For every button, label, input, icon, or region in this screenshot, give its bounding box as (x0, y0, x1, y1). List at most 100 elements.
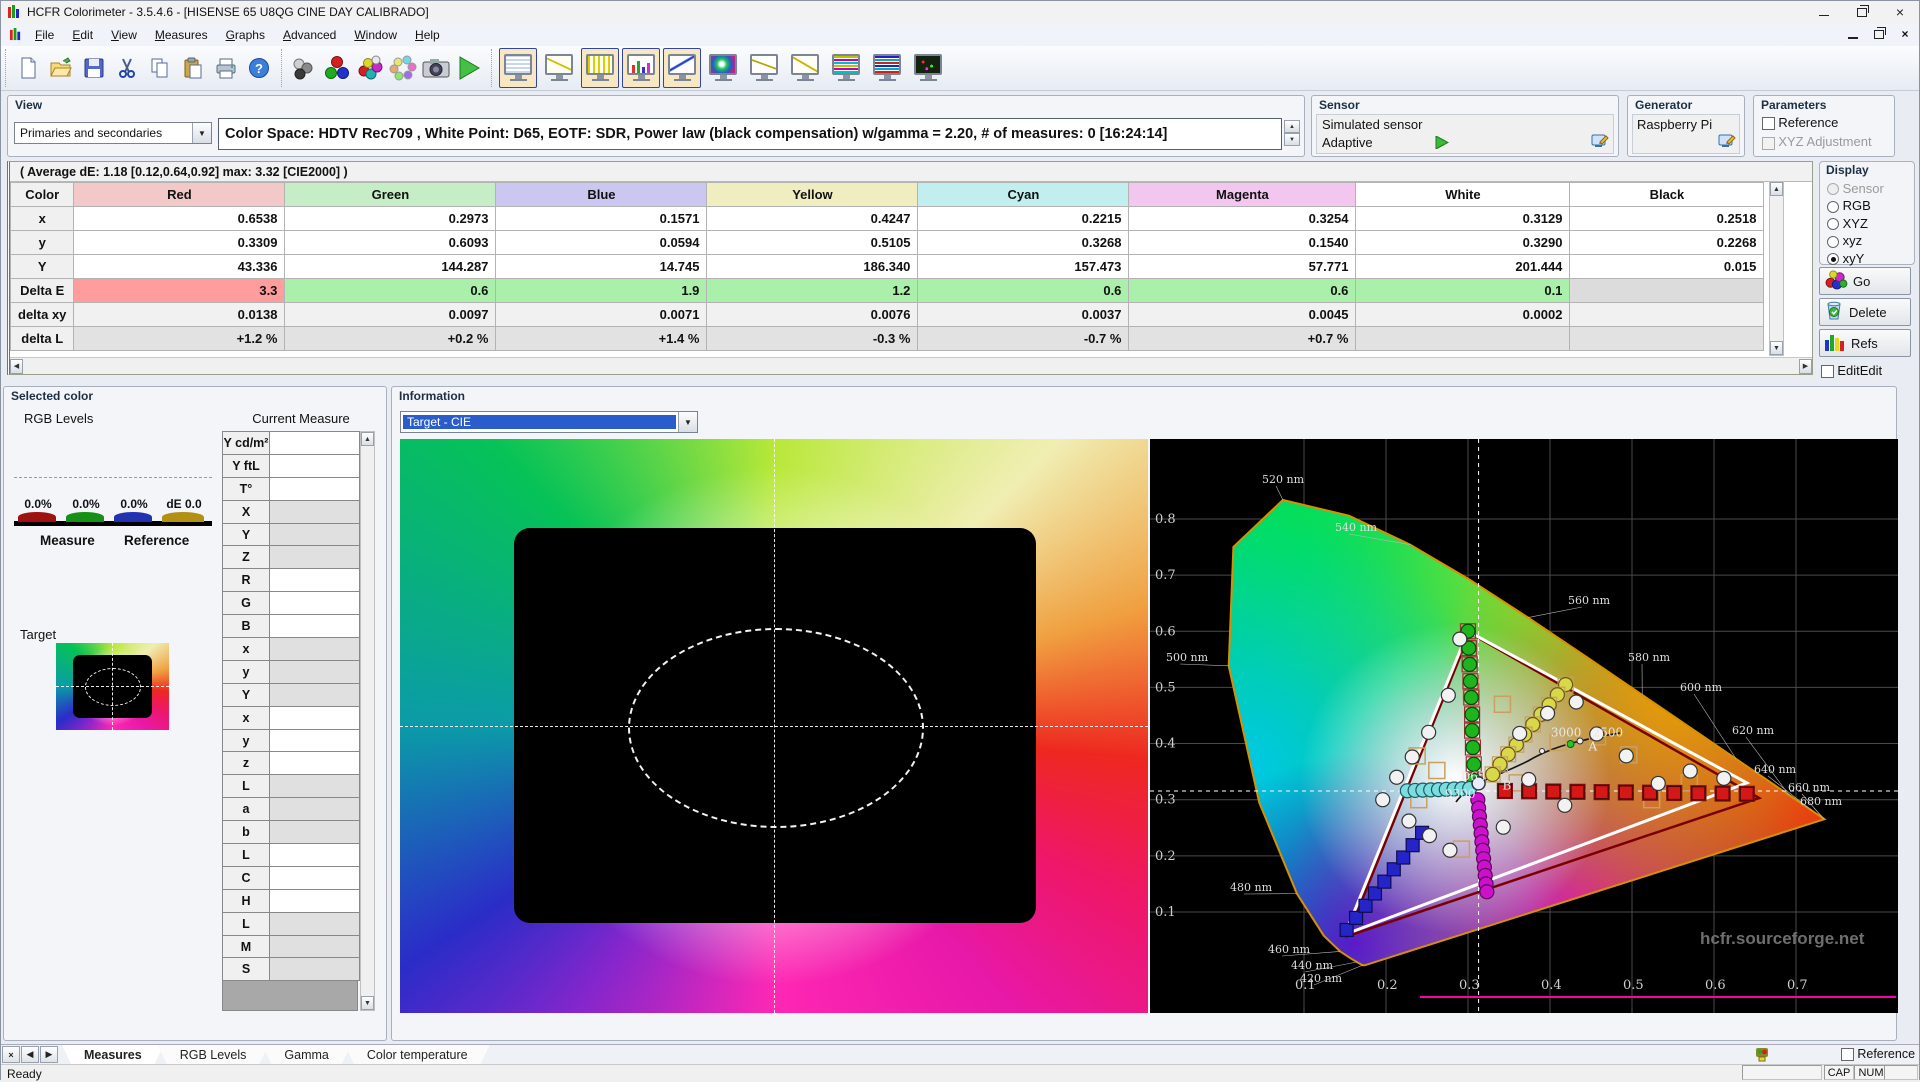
cm-value-4[interactable] (270, 524, 360, 547)
radio-icon-sensor (1827, 183, 1839, 195)
cm-value-13[interactable] (270, 730, 360, 753)
mdi-document-icon[interactable] (9, 28, 22, 41)
tab-gamma[interactable]: Gamma (262, 1045, 350, 1064)
std-save-button[interactable] (79, 53, 109, 83)
cm-value-7[interactable] (270, 592, 360, 615)
menu-item-graphs[interactable]: Graphs (217, 25, 274, 45)
cm-value-19[interactable] (270, 867, 360, 890)
tab-close-button[interactable]: × (2, 1046, 20, 1063)
edit-checkbox[interactable] (1821, 365, 1834, 378)
cm-value-10[interactable] (270, 661, 360, 684)
tab-color-temperature[interactable]: Color temperature (345, 1045, 490, 1064)
view-gamma-curve-button[interactable] (540, 48, 578, 88)
scroll-right-icon[interactable]: ▶ (1799, 359, 1812, 374)
cm-value-2[interactable] (270, 478, 360, 501)
view-histogram-button[interactable] (622, 48, 660, 88)
cm-value-17[interactable] (270, 821, 360, 844)
measure-continuous-button[interactable] (388, 53, 418, 83)
cm-value-3[interactable] (270, 501, 360, 524)
std-new-button[interactable] (13, 53, 43, 83)
sensor-settings-icon[interactable] (1591, 133, 1609, 151)
go-button[interactable]: Go (1819, 267, 1911, 295)
cm-value-12[interactable] (270, 707, 360, 730)
information-dropdown[interactable]: Target - CIE ▼ (400, 411, 698, 433)
menu-item-view[interactable]: View (102, 25, 146, 45)
menu-item-help[interactable]: Help (406, 25, 449, 45)
cm-value-20[interactable] (270, 890, 360, 913)
close-button[interactable]: × (1881, 1, 1919, 23)
display-radio-xyz[interactable]: xyz (1827, 233, 1907, 248)
display-radio-xyy[interactable]: xyY (1827, 251, 1907, 266)
std-open-button[interactable] (46, 53, 76, 83)
view-luminance-button[interactable] (663, 48, 701, 88)
tab-next-button[interactable]: ▶ (40, 1046, 58, 1063)
cm-value-23[interactable] (270, 958, 360, 981)
cm-value-5[interactable] (270, 546, 360, 569)
display-radio-rgb[interactable]: RGB (1827, 198, 1907, 213)
view-dark-display-button[interactable] (909, 48, 947, 88)
cm-value-14[interactable] (270, 752, 360, 775)
measure-snapshot-button[interactable] (421, 53, 451, 83)
scroll-left-icon[interactable]: ◀ (10, 359, 23, 374)
table-vertical-scrollbar[interactable]: ▲ ▼ (1769, 181, 1784, 356)
cm-value-16[interactable] (270, 798, 360, 821)
std-paste-button[interactable] (178, 53, 208, 83)
view-cie-chart-button[interactable] (704, 48, 742, 88)
menu-item-measures[interactable]: Measures (146, 25, 217, 45)
sensor-run-icon[interactable] (1435, 136, 1449, 149)
cm-value-21[interactable] (270, 913, 360, 936)
std-copy-button[interactable] (145, 53, 175, 83)
cm-value-0[interactable] (270, 432, 360, 455)
mdi-minimize-button[interactable] (1845, 26, 1861, 42)
minimize-button[interactable] (1805, 1, 1843, 23)
cm-scroll-up-icon[interactable]: ▲ (361, 432, 374, 446)
information-chevron-down-icon[interactable]: ▼ (678, 412, 697, 432)
spinner-down-icon[interactable]: ▼ (1284, 133, 1300, 146)
spinner-up-icon[interactable]: ▲ (1284, 120, 1300, 133)
delete-button[interactable]: Delete (1819, 298, 1911, 326)
view-rgb-levels-button[interactable] (581, 48, 619, 88)
std-cut-button[interactable] (112, 53, 142, 83)
measure-run-button[interactable] (454, 53, 484, 83)
refs-button[interactable]: Refs (1819, 329, 1911, 357)
menu-item-edit[interactable]: Edit (63, 25, 102, 45)
measure-primaries-button[interactable] (322, 53, 352, 83)
view-curve-a-button[interactable] (745, 48, 783, 88)
cm-value-6[interactable] (270, 569, 360, 592)
cm-value-22[interactable] (270, 936, 360, 959)
cm-value-18[interactable] (270, 844, 360, 867)
mdi-restore-button[interactable] (1871, 26, 1887, 42)
cm-value-15[interactable] (270, 775, 360, 798)
tab-rgb-levels[interactable]: RGB Levels (158, 1045, 269, 1064)
view-stripes-a-button[interactable] (827, 48, 865, 88)
view-measures-grid-button[interactable] (499, 48, 537, 88)
cm-value-9[interactable] (270, 638, 360, 661)
measure-free-measure-button[interactable] (289, 53, 319, 83)
tab-prev-button[interactable]: ◀ (21, 1046, 39, 1063)
menu-item-advanced[interactable]: Advanced (274, 25, 345, 45)
view-curve-b-button[interactable] (786, 48, 824, 88)
display-radio-xyz[interactable]: XYZ (1827, 216, 1907, 231)
menu-item-window[interactable]: Window (345, 25, 406, 45)
table-horizontal-scrollbar[interactable]: ◀ ▶ (10, 357, 1812, 374)
cm-value-8[interactable] (270, 615, 360, 638)
generator-settings-icon[interactable] (1718, 133, 1736, 151)
view-stripes-b-button[interactable] (868, 48, 906, 88)
view-preset-dropdown[interactable]: Primaries and secondaries ▼ (14, 122, 212, 144)
cm-scroll-down-icon[interactable]: ▼ (361, 996, 374, 1010)
scroll-up-icon[interactable]: ▲ (1770, 182, 1783, 196)
reference-checkbox[interactable] (1762, 117, 1775, 130)
std-help-button[interactable]: ? (244, 53, 274, 83)
std-print-button[interactable] (211, 53, 241, 83)
cm-value-11[interactable] (270, 684, 360, 707)
menu-item-file[interactable]: File (26, 25, 63, 45)
scroll-down-icon[interactable]: ▼ (1770, 341, 1783, 355)
tab-measures[interactable]: Measures (62, 1045, 164, 1064)
bottom-reference-checkbox[interactable] (1841, 1048, 1854, 1061)
mdi-close-button[interactable]: × (1897, 26, 1913, 42)
chevron-down-icon[interactable]: ▼ (192, 123, 211, 143)
measure-secondaries-button[interactable] (355, 53, 385, 83)
current-measure-scrollbar[interactable]: ▲ ▼ (360, 431, 375, 1011)
cm-value-1[interactable] (270, 455, 360, 478)
restore-button[interactable] (1843, 1, 1881, 23)
